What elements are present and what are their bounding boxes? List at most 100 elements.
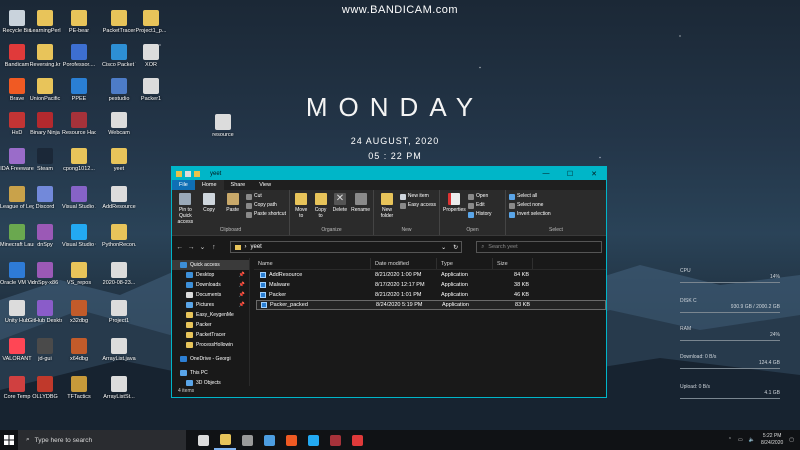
- paste-button[interactable]: Paste: [222, 192, 243, 227]
- refresh-icon[interactable]: ↻: [453, 244, 458, 251]
- properties-button[interactable]: Properties: [443, 192, 466, 227]
- tab-share[interactable]: Share: [224, 180, 253, 190]
- desktop-icon[interactable]: Project1: [102, 300, 136, 324]
- desktop-icon[interactable]: yeet: [102, 148, 136, 172]
- history-button[interactable]: History: [468, 210, 492, 219]
- delete-button[interactable]: ✕ Delete: [332, 192, 348, 227]
- desktop-icon[interactable]: Visual Studio 2019: [62, 186, 96, 210]
- taskbar-app[interactable]: [324, 430, 346, 450]
- nav-item[interactable]: Packer: [172, 320, 249, 330]
- desktop-icon[interactable]: VS_repos: [62, 262, 96, 286]
- desktop-icon[interactable]: x64dbg: [62, 338, 96, 362]
- desktop-icon[interactable]: jd-gui: [28, 338, 62, 362]
- new-folder-icon[interactable]: [194, 170, 200, 177]
- taskbar-app[interactable]: [346, 430, 368, 450]
- desktop-icon[interactable]: GitHub Desktop: [28, 300, 62, 324]
- desktop-icon[interactable]: Visual Studio Code: [62, 224, 96, 248]
- copy-button[interactable]: Copy: [199, 192, 220, 227]
- taskbar-app[interactable]: [258, 430, 280, 450]
- desktop-icon[interactable]: OLLYDBG: [28, 376, 62, 400]
- desktop-icon[interactable]: Packer1: [134, 78, 168, 102]
- taskbar-app[interactable]: [280, 430, 302, 450]
- desktop-icon[interactable]: cpong1012...: [62, 148, 96, 172]
- desktop-icon[interactable]: AddResource: [102, 186, 136, 210]
- nav-item[interactable]: Easy_KeygenMe: [172, 310, 249, 320]
- desktop-icon[interactable]: PPEE: [62, 78, 96, 102]
- edit-button[interactable]: Edit: [468, 201, 492, 210]
- desktop-icon[interactable]: resource: [206, 114, 240, 138]
- copy-to-button[interactable]: Copy to: [312, 192, 328, 227]
- volume-icon[interactable]: 🔈: [749, 437, 755, 443]
- nav-item[interactable]: Quick access: [172, 260, 249, 270]
- minimize-button[interactable]: —: [534, 170, 558, 178]
- desktop-icon[interactable]: LearningPerl: [28, 10, 62, 34]
- desktop-icon[interactable]: TFTactics: [62, 376, 96, 400]
- file-row[interactable]: Malware 8/17/2020 12:17 PM Application 38 K…: [256, 280, 606, 290]
- file-row[interactable]: Packer_packed 8/24/2020 5:19 PM Applicatio…: [256, 300, 606, 310]
- easy-access-button[interactable]: Easy access: [399, 201, 436, 210]
- up-arrow-icon[interactable]: ↑: [210, 244, 217, 251]
- taskbar-app[interactable]: [236, 430, 258, 450]
- recent-locations-icon[interactable]: ⌄: [199, 243, 206, 251]
- nav-item[interactable]: Downloads 📌: [172, 280, 249, 290]
- file-row[interactable]: AddResource 8/21/2020 1:00 PM Application 8…: [256, 270, 606, 280]
- desktop-icon[interactable]: ArrayListSt...: [102, 376, 136, 400]
- paste-shortcut-button[interactable]: Paste shortcut: [246, 210, 286, 219]
- desktop-icon[interactable]: PacketTracer: [102, 10, 136, 34]
- start-button[interactable]: [0, 435, 18, 445]
- desktop-icon[interactable]: Project1_p...: [134, 10, 168, 34]
- notifications-icon[interactable]: ▢: [789, 437, 794, 443]
- new-folder-button[interactable]: New folder: [377, 192, 397, 227]
- search-box[interactable]: ⌕ Search yeet: [476, 241, 602, 253]
- forward-arrow-icon[interactable]: →: [187, 244, 195, 251]
- desktop-icon[interactable]: Reversing.kr: [28, 44, 62, 68]
- taskbar-app[interactable]: [302, 430, 324, 450]
- taskbar-search[interactable]: ⌕ Type here to search: [18, 430, 186, 450]
- desktop-icon[interactable]: x32dbg: [62, 300, 96, 324]
- desktop-icon[interactable]: Resource Hacker: [62, 112, 96, 136]
- copy-path-button[interactable]: Copy path: [246, 201, 286, 210]
- nav-item[interactable]: Pictures 📌: [172, 300, 249, 310]
- desktop-icon[interactable]: Discord: [28, 186, 62, 210]
- desktop-icon[interactable]: PE-bear: [62, 10, 96, 34]
- pin-quick-access-button[interactable]: Pin to Quick access: [175, 192, 196, 227]
- desktop-icon[interactable]: Steam: [28, 148, 62, 172]
- address-bar[interactable]: › yeet ⌄ ↻: [229, 241, 463, 253]
- cut-button[interactable]: Cut: [246, 192, 286, 201]
- nav-item[interactable]: 3D Objects: [172, 378, 249, 388]
- maximize-button[interactable]: ☐: [558, 170, 582, 178]
- file-row[interactable]: Packer 8/21/2020 1:01 PM Application 46 KB: [256, 290, 606, 300]
- nav-item[interactable]: Desktop 📌: [172, 270, 249, 280]
- nav-item[interactable]: ProcessHollowin: [172, 340, 249, 350]
- open-button[interactable]: Open: [468, 192, 492, 201]
- nav-item[interactable]: PacketTracer: [172, 330, 249, 340]
- tab-home[interactable]: Home: [194, 180, 224, 190]
- desktop-icon[interactable]: 2020-08-23...: [102, 262, 136, 286]
- rename-button[interactable]: Rename: [351, 192, 370, 227]
- back-arrow-icon[interactable]: ←: [176, 244, 183, 251]
- title-bar[interactable]: yeet — ☐ ✕: [172, 167, 606, 180]
- nav-item[interactable]: This PC: [172, 368, 249, 378]
- column-name[interactable]: Name: [254, 258, 371, 269]
- select-none-button[interactable]: Select none: [509, 201, 551, 210]
- column-size[interactable]: Size: [493, 258, 533, 269]
- taskbar-app[interactable]: [192, 430, 214, 450]
- move-to-button[interactable]: Move to: [293, 192, 309, 227]
- nav-item[interactable]: Documents 📌: [172, 290, 249, 300]
- desktop-icon[interactable]: Cisco Packet Tracer: [102, 44, 136, 68]
- desktop-icon[interactable]: dnSpy: [28, 224, 62, 248]
- tab-file[interactable]: File: [172, 180, 195, 190]
- chevron-up-icon[interactable]: ⌃: [728, 437, 732, 443]
- desktop-icon[interactable]: UnionPacific: [28, 78, 62, 102]
- address-dropdown-icon[interactable]: ⌄: [441, 244, 446, 251]
- column-date-modified[interactable]: Date modified: [371, 258, 437, 269]
- desktop-icon[interactable]: dnSpy-x86: [28, 262, 62, 286]
- taskbar-app[interactable]: [214, 430, 236, 450]
- column-type[interactable]: Type: [437, 258, 493, 269]
- desktop-icon[interactable]: Binary Ninja: [28, 112, 62, 136]
- taskbar-clock[interactable]: 5:22 PM 8/24/2020: [761, 433, 783, 447]
- tab-view[interactable]: View: [252, 180, 278, 190]
- desktop-icon[interactable]: Porofessor....: [62, 44, 96, 68]
- invert-selection-button[interactable]: Invert selection: [509, 210, 551, 219]
- properties-icon[interactable]: [185, 170, 191, 177]
